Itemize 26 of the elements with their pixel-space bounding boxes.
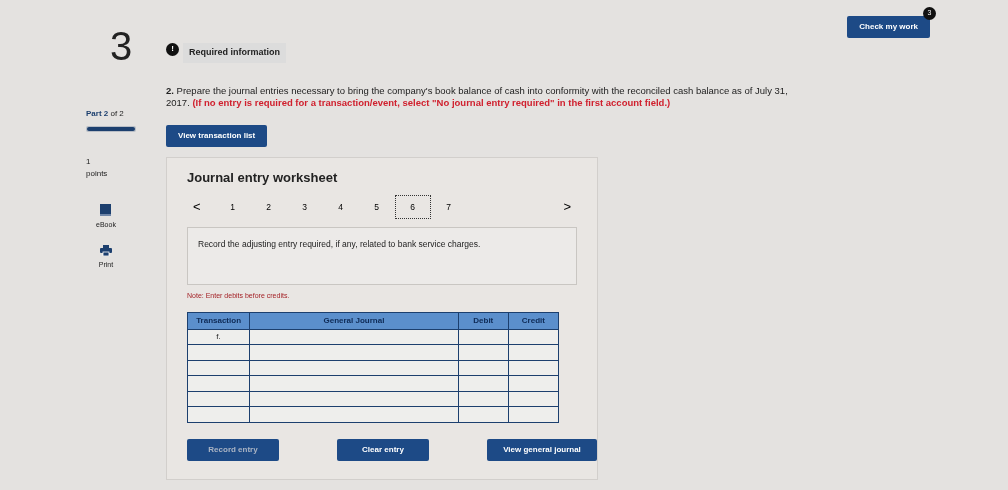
check-my-work-button[interactable]: Check my work [847,16,930,38]
page-tab[interactable]: 7 [430,195,467,219]
part-indicator: Part 2 of 2 [86,108,125,120]
prompt-text: Record the adjusting entry required, if any, related to bank service charges. [198,239,481,249]
column-header: General Journal [249,312,459,329]
clear-entry-button[interactable]: Clear entry [337,438,429,461]
points-label: points [86,168,109,180]
page-tab[interactable]: 6 [394,195,431,219]
column-header: Credit [508,312,559,329]
info-badge: ! [166,42,179,56]
book-icon [100,204,112,216]
page-tab[interactable]: 4 [322,195,359,219]
instruction-text: 2. Prepare the journal entries necessary to bring the company's book balance of cash into conformity with the reconciled cash balance as of July 31, 2017. (If no entry is required for a transaction/event, select "No journal entry required" in the first account field.) [166,84,789,109]
page-tab[interactable]: 1 [214,195,251,219]
question-number: 3 [108,23,134,70]
column-header: Transaction [187,312,250,329]
page-tab[interactable]: 2 [250,195,287,219]
page-tab[interactable]: 3 [286,195,323,219]
worksheet-title: Journal entry worksheet [187,168,339,187]
column-header: Debit [458,312,509,329]
view-transaction-list-button[interactable]: View transaction list [166,124,268,147]
view-journal-button[interactable]: View general journal [487,438,597,461]
required-information-label: Required information [183,43,286,63]
printer-icon [100,244,112,256]
page-tab[interactable]: 5 [358,195,395,219]
points-value: 1 [86,156,92,168]
